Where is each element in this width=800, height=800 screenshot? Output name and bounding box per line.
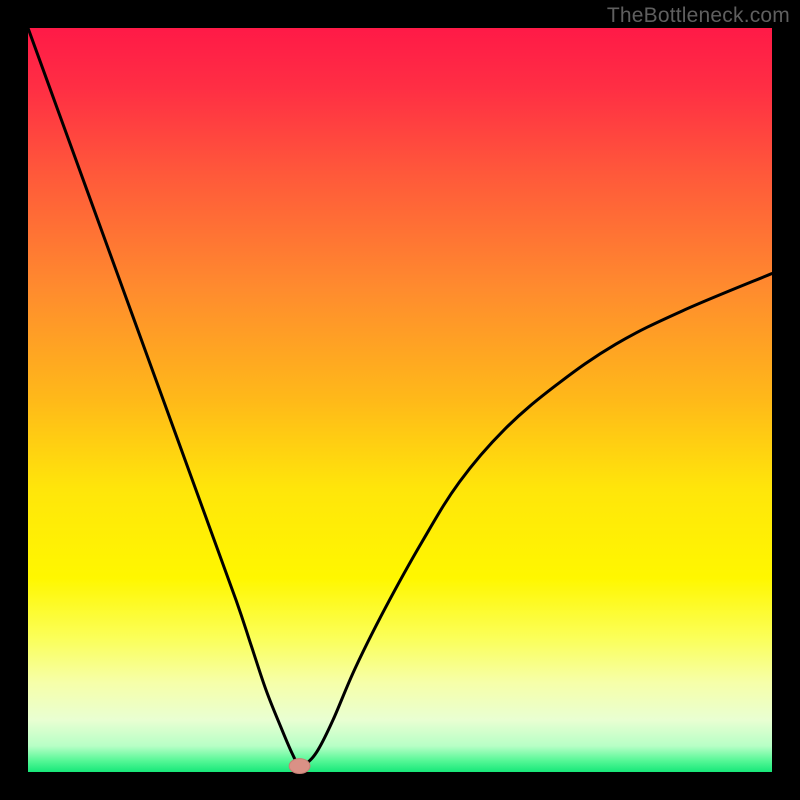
- bottleneck-chart: [0, 0, 800, 800]
- chart-frame: { "watermark": "TheBottleneck.com", "col…: [0, 0, 800, 800]
- optimum-marker: [289, 759, 310, 774]
- plot-background: [28, 28, 772, 772]
- watermark-text: TheBottleneck.com: [607, 4, 790, 28]
